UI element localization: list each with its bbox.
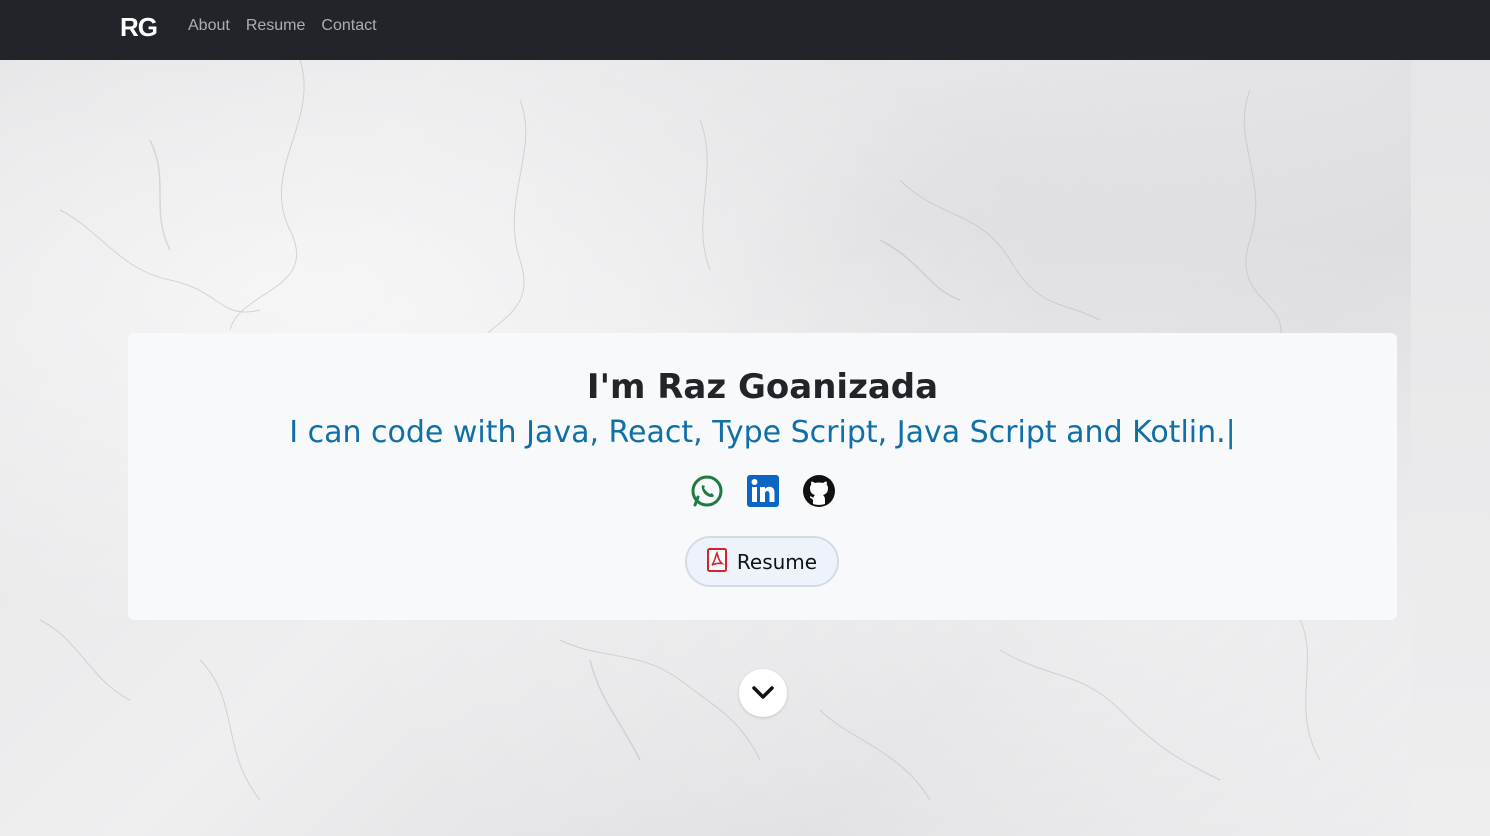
nav-link-about[interactable]: About: [188, 17, 230, 35]
whatsapp-icon[interactable]: [690, 474, 724, 508]
chevron-down-icon: [752, 686, 774, 699]
typed-subtitle: I can code with Java, React, Type Script…: [289, 415, 1236, 450]
intro-card: I'm Raz Goanizada I can code with Java, …: [128, 333, 1397, 620]
nav-link-resume[interactable]: Resume: [246, 17, 306, 35]
resume-download-button[interactable]: Resume: [685, 536, 839, 587]
page-title: I'm Raz Goanizada: [586, 367, 939, 407]
nav-link-contact[interactable]: Contact: [321, 17, 376, 35]
pdf-icon: [706, 547, 727, 576]
github-icon[interactable]: [802, 474, 836, 508]
background-edge: [1411, 60, 1490, 836]
social-links: [128, 474, 1397, 508]
scroll-down-button[interactable]: [739, 669, 787, 717]
linkedin-icon[interactable]: [746, 474, 780, 508]
navbar: RG About Resume Contact: [0, 0, 1490, 60]
brand-logo[interactable]: RG: [120, 12, 158, 43]
resume-button-label: Resume: [736, 549, 818, 574]
nav-links: About Resume Contact: [188, 17, 377, 35]
